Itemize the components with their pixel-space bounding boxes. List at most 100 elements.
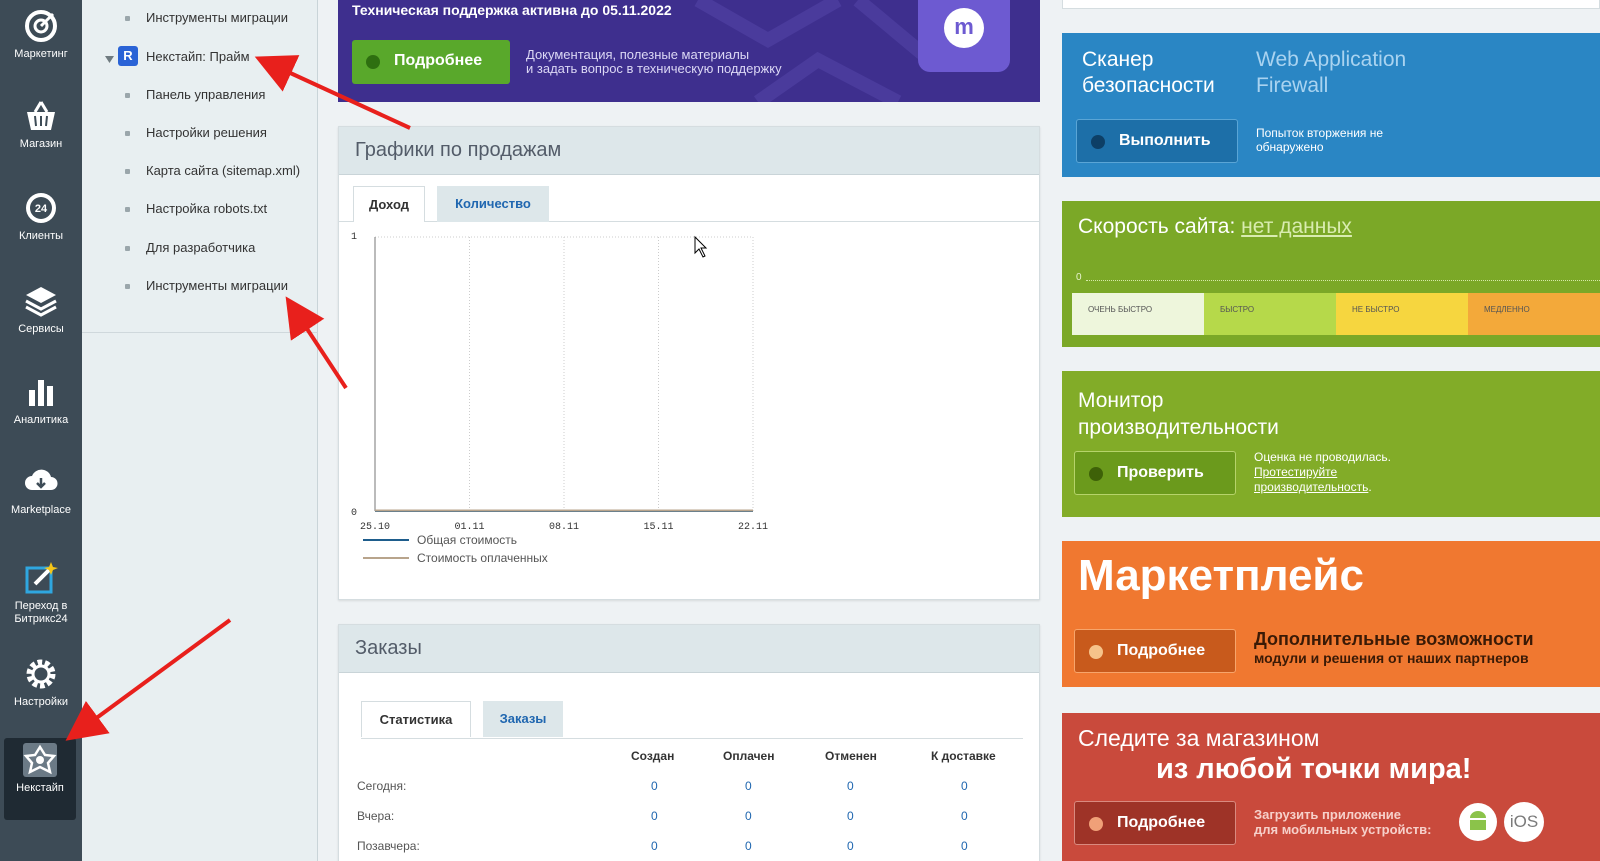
table-cell-link[interactable]: 0 bbox=[745, 809, 752, 823]
bullet bbox=[125, 16, 130, 21]
rail-label: Сервисы bbox=[18, 323, 64, 335]
waf-title: Web Application Firewall bbox=[1256, 47, 1406, 99]
gear-icon bbox=[26, 659, 56, 689]
button-label: Подробнее bbox=[394, 52, 483, 69]
prime-logo-icon: R bbox=[118, 46, 138, 66]
clients-badge: 24 bbox=[34, 203, 48, 215]
left-rail: Маркетинг Магазин 24 Клиенты Сервисы Ана… bbox=[0, 0, 82, 861]
bullet bbox=[125, 207, 130, 212]
rail-item-services[interactable]: Сервисы bbox=[0, 283, 82, 335]
speed-scale-line bbox=[1086, 280, 1600, 281]
col-cancelled: Отменен bbox=[825, 749, 877, 763]
table-cell-link[interactable]: 0 bbox=[745, 779, 752, 793]
speed-seg-fast: БЫСТРО bbox=[1204, 293, 1336, 335]
test-link[interactable]: Протестируйте bbox=[1254, 465, 1391, 480]
security-scanner-widget: Сканер безопасности Web Application Fire… bbox=[1062, 33, 1600, 177]
edit-sparkle-icon bbox=[25, 562, 58, 594]
rail-item-marketing[interactable]: Маркетинг bbox=[0, 8, 82, 60]
table-cell-link[interactable]: 0 bbox=[651, 779, 658, 793]
rail-item-clients[interactable]: 24 Клиенты bbox=[0, 190, 82, 242]
speed-value-link[interactable]: нет данных bbox=[1241, 215, 1352, 238]
support-title: Техническая поддержка активна до 05.11.2… bbox=[352, 2, 672, 18]
rail-item-bitrix24[interactable]: Переход в Битрикс24 bbox=[0, 560, 82, 626]
check-performance-button[interactable]: Проверить bbox=[1074, 451, 1236, 495]
table-cell-link[interactable]: 0 bbox=[961, 809, 968, 823]
tree-item-label: Некстайп: Прайм bbox=[146, 49, 250, 64]
bullet bbox=[125, 246, 130, 251]
desc-line: для мобильных устройств: bbox=[1254, 822, 1432, 837]
mouse-cursor-icon bbox=[694, 235, 708, 258]
nextype-star-icon bbox=[23, 743, 57, 777]
bullet bbox=[125, 169, 130, 174]
cloud-download-icon bbox=[25, 469, 58, 490]
table-cell-link[interactable]: 0 bbox=[847, 839, 854, 853]
run-scan-button[interactable]: Выполнить bbox=[1076, 119, 1238, 163]
test-link[interactable]: производительность bbox=[1254, 480, 1368, 494]
scanner-title: Сканер безопасности bbox=[1082, 47, 1215, 99]
collapse-triangle-icon[interactable] bbox=[104, 54, 115, 65]
status-line: Попыток вторжения не bbox=[1256, 126, 1384, 140]
marketplace-title: Маркетплейс bbox=[1078, 551, 1364, 600]
status-line: Оценка не проводилась. bbox=[1254, 450, 1391, 464]
tree-divider bbox=[82, 332, 318, 333]
tree-item-label: Инструменты миграции bbox=[146, 10, 289, 25]
tree-item-label: Инструменты миграции bbox=[146, 278, 289, 293]
android-icon[interactable] bbox=[1458, 802, 1498, 842]
table-cell-link[interactable]: 0 bbox=[961, 839, 968, 853]
title-line: производительности bbox=[1078, 416, 1279, 439]
row-label-yesterday: Вчера: bbox=[357, 809, 395, 823]
rail-item-shop[interactable]: Магазин bbox=[0, 98, 82, 150]
status-line: обнаружено bbox=[1256, 140, 1324, 154]
ios-icon[interactable]: iOS bbox=[1504, 802, 1544, 842]
title-line: Firewall bbox=[1256, 74, 1329, 97]
rail-label: Магазин bbox=[19, 138, 63, 150]
row-label-today: Сегодня: bbox=[357, 779, 407, 793]
rail-item-settings[interactable]: Настройки bbox=[0, 656, 82, 708]
bullet bbox=[125, 93, 130, 98]
bullet bbox=[125, 131, 130, 136]
marketplace-logo: m bbox=[918, 0, 1010, 72]
x-tick-label: 08.11 bbox=[549, 522, 579, 533]
x-tick-label: 01.11 bbox=[454, 522, 484, 533]
tab-statistics[interactable]: Статистика bbox=[361, 701, 471, 737]
tree-item-label: Для разработчика bbox=[146, 240, 256, 255]
support-description: Документация, полезные материалы и задат… bbox=[526, 48, 782, 76]
desc-line: Загрузить приложение bbox=[1254, 807, 1402, 822]
button-dot bbox=[1089, 817, 1103, 831]
rail-item-marketplace[interactable]: Marketplace bbox=[0, 464, 82, 516]
title-line: Web Application bbox=[1256, 48, 1407, 71]
desc-line: и задать вопрос в техническую поддержку bbox=[526, 61, 782, 76]
table-cell-link[interactable]: 0 bbox=[847, 809, 854, 823]
button-dot bbox=[1089, 645, 1103, 659]
button-dot bbox=[1091, 135, 1105, 149]
rail-label: Marketplace bbox=[11, 504, 71, 516]
table-cell-link[interactable]: 0 bbox=[961, 779, 968, 793]
mobile-more-button[interactable]: Подробнее bbox=[1074, 801, 1236, 845]
table-cell-link[interactable]: 0 bbox=[651, 809, 658, 823]
mobile-desc: Загрузить приложение для мобильных устро… bbox=[1254, 807, 1431, 837]
table-cell-link[interactable]: 0 bbox=[651, 839, 658, 853]
rail-item-nextype[interactable]: Некстайп bbox=[4, 738, 76, 820]
table-cell-link[interactable]: 0 bbox=[847, 779, 854, 793]
basket-icon bbox=[27, 101, 55, 130]
table-cell-link[interactable]: 0 bbox=[745, 839, 752, 853]
button-label: Подробнее bbox=[1117, 642, 1206, 659]
x-tick-label: 25.10 bbox=[360, 522, 390, 533]
m-logo-icon: m bbox=[944, 8, 984, 48]
marketplace-more-button[interactable]: Подробнее bbox=[1074, 629, 1236, 673]
period: . bbox=[1368, 480, 1372, 494]
orders-panel: Заказы Статистика Заказы Создан Оплачен … bbox=[338, 624, 1040, 861]
rail-item-analytics[interactable]: Аналитика bbox=[0, 374, 82, 426]
tab-orders[interactable]: Заказы bbox=[483, 701, 563, 737]
target-icon bbox=[25, 10, 57, 42]
site-speed-widget: Скорость сайта: нет данных 0 ОЧЕНЬ БЫСТР… bbox=[1062, 201, 1600, 347]
support-more-button[interactable]: Подробнее bbox=[352, 40, 510, 84]
tabs-underline bbox=[361, 738, 1023, 739]
orders-title: Заказы bbox=[339, 625, 1039, 673]
speed-bar: ОЧЕНЬ БЫСТРО БЫСТРО НЕ БЫСТРО МЕДЛЕННО bbox=[1072, 293, 1600, 335]
button-dot bbox=[1089, 467, 1103, 481]
sales-chart: 0 1 25.10 01.11 08.11 15.11 22.11 Общая стоимо… bbox=[351, 232, 768, 565]
top-widget-edge bbox=[1062, 0, 1600, 9]
mobile-title-line2: из любой точки мира! bbox=[1156, 753, 1472, 785]
speed-title-text: Скорость сайта: bbox=[1078, 215, 1236, 238]
